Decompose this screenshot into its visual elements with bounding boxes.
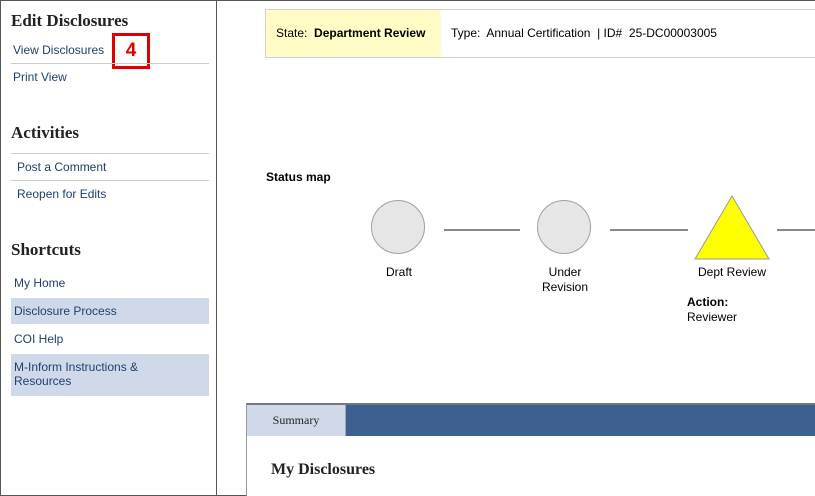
tab-summary[interactable]: Summary xyxy=(247,405,346,436)
state-box: State: Department Review xyxy=(266,10,441,57)
status-connector xyxy=(610,229,688,231)
type-value: Annual Certification xyxy=(486,26,591,40)
status-node-dept-review xyxy=(694,195,770,260)
action-value: Reviewer xyxy=(687,310,738,324)
type-label: Type: xyxy=(451,26,481,40)
shortcut-coi-help[interactable]: COI Help xyxy=(11,326,209,352)
shortcuts-title: Shortcuts xyxy=(11,240,81,259)
divider xyxy=(11,180,209,181)
status-map-title: Status map xyxy=(266,170,331,184)
tab-panel: Summary My Disclosures xyxy=(246,403,815,496)
sidebar-separator xyxy=(216,0,217,496)
id-value: 25-DC00003005 xyxy=(628,26,717,40)
action-label: Action: xyxy=(687,295,729,309)
divider xyxy=(11,63,209,64)
shortcut-disclosure-process[interactable]: Disclosure Process xyxy=(11,298,209,324)
reopen-for-edits-link[interactable]: Reopen for Edits xyxy=(17,187,106,201)
status-node-under-revision xyxy=(537,200,591,254)
action-info: Action: Reviewer xyxy=(687,295,737,325)
status-label-under-revision: Under Revision xyxy=(541,265,589,294)
status-label-dept-review: Dept Review xyxy=(697,265,767,279)
sidebar: Edit Disclosures View Disclosures 4 Prin… xyxy=(0,0,216,496)
state-value: Department Review xyxy=(314,26,426,40)
view-disclosures-link[interactable]: View Disclosures xyxy=(13,43,104,57)
type-info: Type: Annual Certification | ID# 25-DC00… xyxy=(451,26,717,40)
divider xyxy=(11,153,209,154)
post-comment-link[interactable]: Post a Comment xyxy=(17,160,106,174)
state-bar: State: Department Review Type: Annual Ce… xyxy=(265,9,815,58)
shortcut-m-inform-instructions[interactable]: M-Inform Instructions & Resources xyxy=(11,354,209,396)
shortcut-my-home[interactable]: My Home xyxy=(11,270,209,296)
status-connector xyxy=(444,229,520,231)
activities-title: Activities xyxy=(11,123,79,142)
print-view-link[interactable]: Print View xyxy=(13,70,67,84)
my-disclosures-heading: My Disclosures xyxy=(271,461,376,478)
edit-disclosures-title: Edit Disclosures xyxy=(11,11,129,30)
id-label: | ID# xyxy=(597,26,623,40)
status-node-draft xyxy=(371,200,425,254)
status-label-draft: Draft xyxy=(385,265,412,279)
status-connector xyxy=(777,229,815,231)
state-label: State: xyxy=(276,26,308,40)
